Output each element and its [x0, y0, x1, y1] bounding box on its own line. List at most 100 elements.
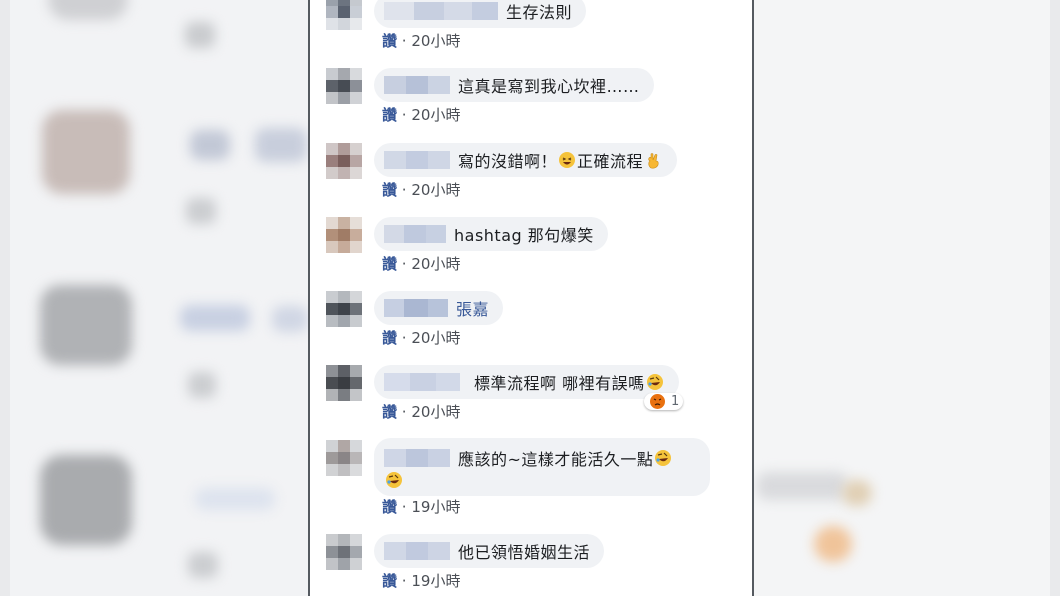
like-link[interactable]: 讚 — [382, 255, 397, 273]
timestamp[interactable]: 20小時 — [411, 255, 460, 273]
avatar[interactable] — [326, 534, 362, 570]
right-edge-bar — [1050, 0, 1060, 596]
like-link[interactable]: 讚 — [382, 181, 397, 199]
blurred-icon — [188, 372, 216, 398]
ok-hand-icon — [645, 152, 661, 169]
comment-first-line: 應該的~這樣才能活久一點 — [384, 446, 673, 470]
like-link[interactable]: 讚 — [382, 329, 397, 347]
like-link[interactable]: 讚 — [382, 106, 397, 124]
blurred-avatar — [40, 455, 132, 545]
blurred-name — [195, 488, 275, 510]
commenter-name[interactable] — [384, 542, 450, 560]
comment-meta: 讚 · 19小時 — [382, 496, 460, 517]
separator: · — [401, 329, 407, 347]
blurred-emoji — [842, 480, 872, 506]
timestamp[interactable]: 20小時 — [411, 329, 460, 347]
comment-text: hashtag 那句爆笑 — [454, 226, 594, 245]
blurred-emoji — [814, 526, 852, 562]
avatar[interactable] — [326, 217, 362, 253]
timestamp[interactable]: 20小時 — [411, 181, 460, 199]
reaction-summary[interactable]: 1 — [644, 393, 684, 410]
comment-meta: 讚 · 20小時 — [382, 104, 460, 125]
comment-text: 標準流程啊 哪裡有誤嗎 — [474, 374, 645, 393]
blurred-icon — [188, 552, 218, 578]
avatar[interactable] — [326, 68, 362, 104]
comment-text: 他已領悟婚姻生活 — [458, 543, 591, 562]
comment-bubble: 這真是寫到我心坎裡…… — [374, 68, 654, 102]
commenter-name[interactable] — [384, 373, 460, 391]
avatar[interactable] — [326, 440, 362, 476]
separator: · — [401, 403, 407, 421]
separator: · — [401, 255, 407, 273]
like-link[interactable]: 讚 — [382, 32, 397, 50]
commenter-name[interactable] — [384, 225, 446, 243]
left-edge-bar — [0, 0, 10, 596]
separator: · — [401, 106, 407, 124]
blurred-name — [190, 130, 230, 160]
comment-item: 這真是寫到我心坎裡…… 讚 · 20小時 — [310, 68, 752, 128]
comment-text: 這真是寫到我心坎裡…… — [458, 77, 640, 96]
blurred-avatar — [40, 285, 132, 365]
avatar[interactable] — [326, 143, 362, 179]
blurred-avatar — [42, 110, 130, 194]
reaction-count: 1 — [671, 394, 680, 409]
blurred-name — [272, 306, 308, 332]
avatar[interactable] — [326, 0, 362, 30]
rofl-icon — [386, 472, 402, 488]
comment-item: 張嘉 讚 · 20小時 — [310, 291, 752, 351]
commenter-name[interactable] — [384, 2, 498, 20]
comment-meta: 讚 · 20小時 — [382, 179, 460, 200]
like-link[interactable]: 讚 — [382, 498, 397, 516]
timestamp[interactable]: 20小時 — [411, 32, 460, 50]
comment-meta: 讚 · 20小時 — [382, 253, 460, 274]
rofl-icon — [655, 450, 672, 466]
comment-meta: 讚 · 20小時 — [382, 30, 460, 51]
separator: · — [401, 181, 407, 199]
comment-text: 寫的沒錯啊！ — [458, 152, 558, 171]
blurred-icon — [185, 22, 215, 48]
separator: · — [401, 498, 407, 516]
separator: · — [401, 572, 407, 590]
comment-item: 標準流程啊 哪裡有誤嗎 1 讚 · 20小時 — [310, 365, 752, 425]
blurred-avatar — [48, 0, 128, 20]
like-link[interactable]: 讚 — [382, 403, 397, 421]
comment-second-line — [384, 472, 404, 488]
comment-item: 他已領悟婚姻生活 讚 · 19小時 — [310, 534, 752, 594]
commenter-name[interactable] — [384, 76, 450, 94]
comment-bubble: 應該的~這樣才能活久一點 — [374, 438, 710, 496]
like-link[interactable]: 讚 — [382, 572, 397, 590]
timestamp[interactable]: 19小時 — [411, 498, 460, 516]
comment-bubble: hashtag 那句爆笑 — [374, 217, 608, 251]
avatar[interactable] — [326, 291, 362, 327]
timestamp[interactable]: 19小時 — [411, 572, 460, 590]
timestamp[interactable]: 20小時 — [411, 403, 460, 421]
commenter-name[interactable] — [384, 299, 448, 317]
comment-item: 寫的沒錯啊！ 正確流程 讚 · 20小時 — [310, 143, 752, 203]
comment-thread: 生存法則 讚 · 20小時 這真是寫到我心坎裡…… 讚 · 20小時 寫的沒錯啊… — [308, 0, 754, 596]
commenter-name[interactable] — [384, 449, 450, 467]
comment-item: 應該的~這樣才能活久一點 讚 · 19小時 — [310, 438, 752, 522]
blurred-name — [180, 305, 250, 331]
comment-text[interactable]: 張嘉 — [456, 296, 489, 320]
comment-item: 生存法則 讚 · 20小時 — [310, 0, 752, 54]
comment-bubble: 寫的沒錯啊！ 正確流程 — [374, 143, 678, 177]
timestamp[interactable]: 20小時 — [411, 106, 460, 124]
commenter-name[interactable] — [384, 151, 450, 169]
comment-bubble: 張嘉 — [374, 291, 504, 325]
comment-meta: 讚 · 20小時 — [382, 327, 460, 348]
blurred-icon — [186, 198, 216, 224]
comment-text: 生存法則 — [506, 3, 573, 22]
comment-bubble: 他已領悟婚姻生活 — [374, 534, 605, 568]
avatar[interactable] — [326, 365, 362, 401]
comment-bubble: 生存法則 — [374, 0, 587, 28]
separator: · — [401, 32, 407, 50]
right-blurred-backdrop — [752, 0, 1060, 596]
comment-text: 應該的~這樣才能活久一點 — [458, 450, 654, 469]
comment-bubble: 標準流程啊 哪裡有誤嗎 — [374, 365, 679, 399]
comment-meta: 讚 · 20小時 — [382, 401, 460, 422]
left-blurred-backdrop — [0, 0, 308, 596]
laughing-face-icon — [559, 152, 576, 168]
comment-meta: 讚 · 19小時 — [382, 570, 460, 591]
comment-text-extra: 正確流程 — [577, 152, 644, 171]
comment-item: hashtag 那句爆笑 讚 · 20小時 — [310, 217, 752, 277]
